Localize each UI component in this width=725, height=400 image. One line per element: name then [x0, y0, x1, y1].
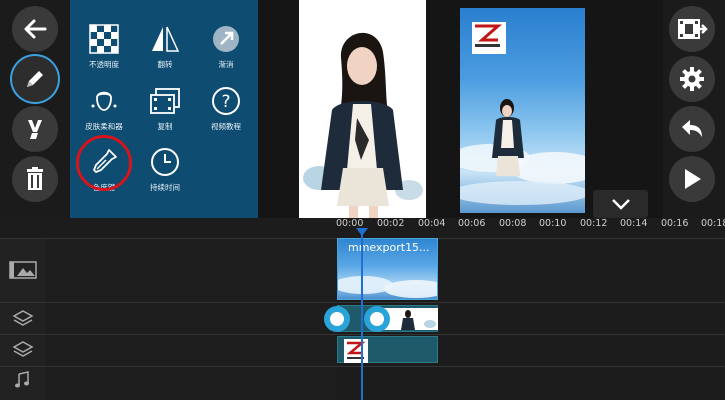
arrow-left-icon [24, 19, 47, 39]
tick-label: 00:12 [580, 218, 608, 229]
video-tutorial-tool[interactable]: ? 视频教程 [195, 84, 257, 132]
trim-handle-right[interactable] [364, 306, 390, 332]
film-export-icon [678, 19, 708, 39]
overlay-clip-2[interactable] [337, 336, 438, 363]
tick-label: 00:04 [418, 218, 446, 229]
chevron-down-icon [611, 199, 630, 210]
fade-label: 渐消 [218, 60, 234, 69]
music-note-icon [15, 371, 29, 388]
tick-label: 00:10 [539, 218, 567, 229]
opacity-tool[interactable]: 不透明度 [73, 22, 135, 70]
flip-icon [152, 26, 180, 52]
face-icon [91, 91, 117, 111]
fade-icon [213, 26, 239, 52]
right-toolbar [663, 0, 725, 218]
layers-icon [12, 341, 34, 357]
chroma-key-highlight-ring [76, 135, 132, 191]
playhead[interactable] [361, 230, 363, 400]
undo-button[interactable] [669, 106, 715, 152]
left-toolbar [0, 0, 70, 218]
track-icons-column [0, 238, 45, 400]
duplicate-icon [150, 88, 180, 114]
collapse-preview-button[interactable] [593, 190, 648, 218]
tick-label: 00:14 [620, 218, 648, 229]
layers-icon [12, 310, 34, 326]
trim-handle-left[interactable] [324, 306, 350, 332]
time-ruler: 00:00 00:02 00:04 00:06 00:08 00:10 00:1… [336, 218, 725, 238]
export-button[interactable] [669, 6, 715, 52]
tick-label: 00:02 [377, 218, 405, 229]
logo-thumbnail [344, 339, 368, 363]
composited-preview [460, 8, 585, 213]
tick-label: 00:18 [701, 218, 725, 229]
brush-icon [28, 120, 42, 139]
flip-label: 翻转 [157, 60, 173, 69]
clock-icon [151, 148, 179, 176]
play-button[interactable] [669, 156, 715, 202]
video-track-icon [9, 261, 37, 279]
settings-button[interactable] [669, 56, 715, 102]
tick-label: 00:06 [458, 218, 486, 229]
delete-button[interactable] [12, 156, 58, 202]
undo-icon [682, 120, 702, 137]
pencil-icon [27, 71, 43, 87]
video-tutorial-label: 视频教程 [211, 122, 241, 131]
duration-tool[interactable]: 持续时间 [134, 145, 196, 193]
help-icon: ? [212, 87, 240, 115]
checkerboard-icon [89, 24, 119, 54]
source-photo [299, 0, 426, 218]
fade-tool[interactable]: 渐消 [195, 22, 257, 70]
duplicate-label: 复制 [157, 122, 173, 131]
tick-label: 00:08 [499, 218, 527, 229]
playhead-marker[interactable] [356, 228, 368, 236]
svg-text:?: ? [221, 92, 230, 112]
opacity-label: 不透明度 [89, 60, 119, 69]
skin-smoother-label: 皮肤柔和器 [85, 122, 123, 131]
play-icon [685, 169, 701, 189]
clip-thumbnail [338, 276, 437, 298]
timeline-empty-area [45, 238, 336, 400]
duration-label: 持续时间 [150, 183, 180, 192]
edit-button[interactable] [12, 56, 58, 102]
effects-button[interactable] [12, 106, 58, 152]
back-button[interactable] [12, 6, 58, 52]
gear-icon [680, 67, 704, 91]
video-clip[interactable]: mmexport15... [337, 238, 438, 300]
woman-figure-image [303, 32, 423, 218]
flip-tool[interactable]: 翻转 [134, 22, 196, 70]
duplicate-tool[interactable]: 复制 [134, 84, 196, 132]
trash-icon [27, 167, 43, 190]
tick-label: 00:16 [661, 218, 689, 229]
sky-composite-image [460, 22, 585, 205]
skin-smoother-tool[interactable]: 皮肤柔和器 [73, 84, 135, 132]
